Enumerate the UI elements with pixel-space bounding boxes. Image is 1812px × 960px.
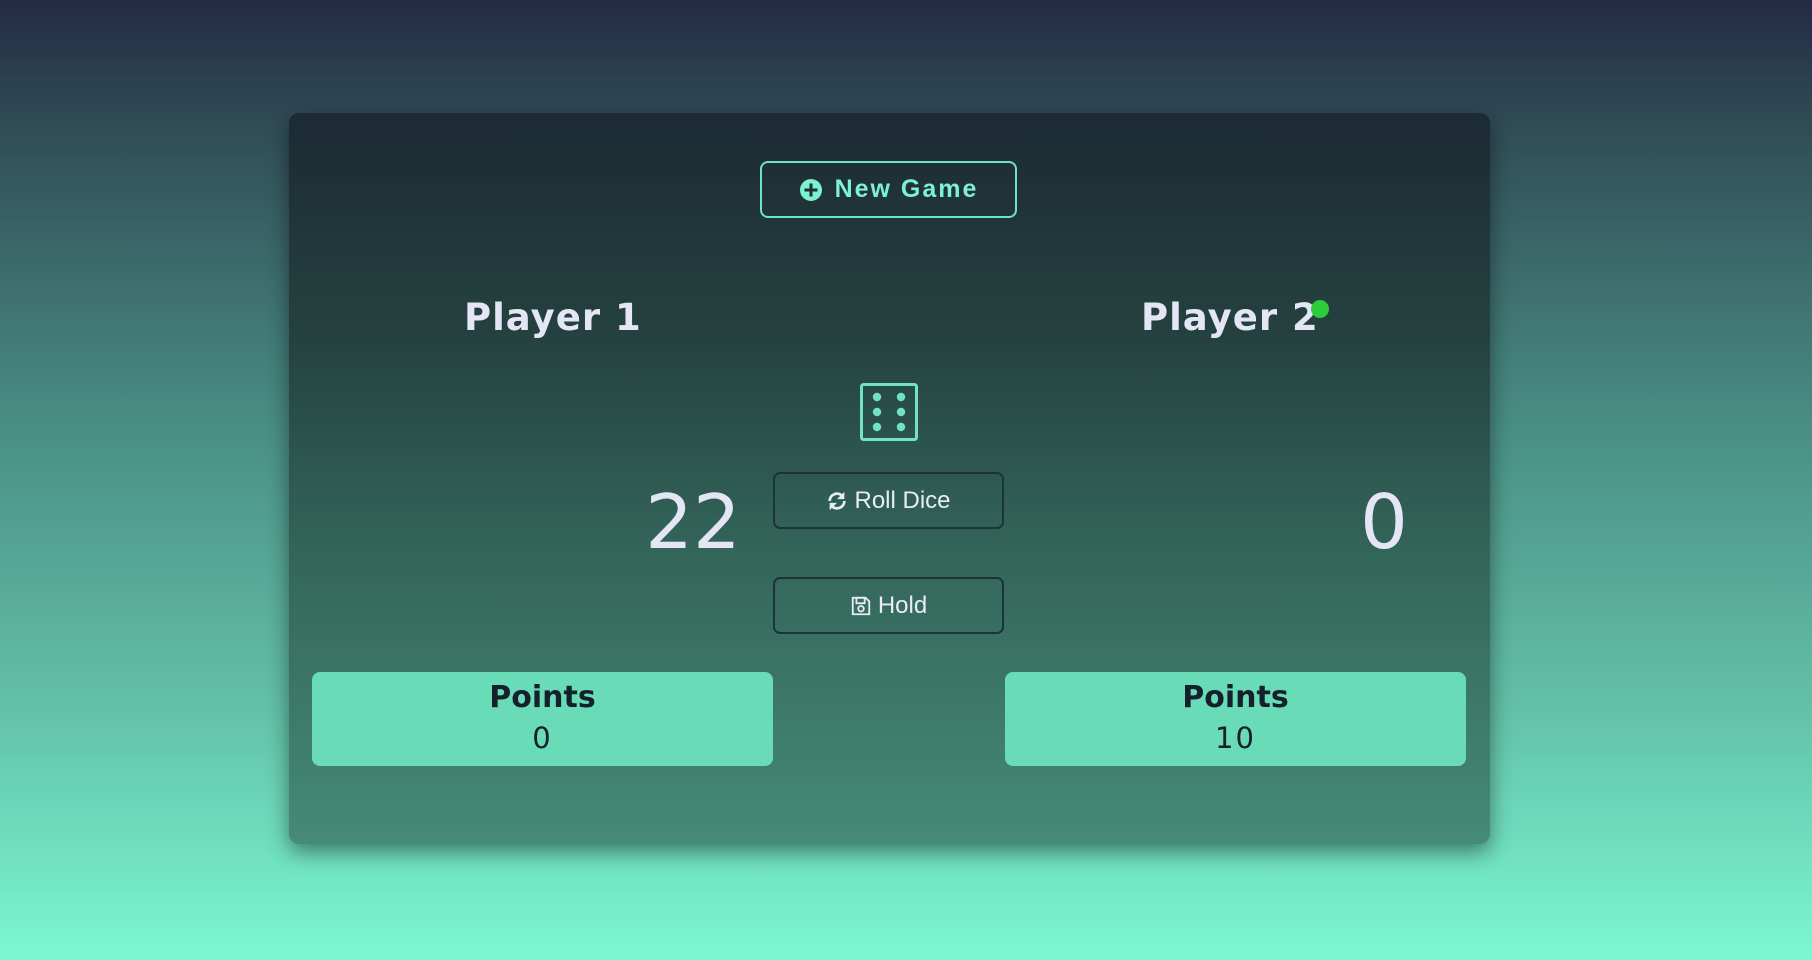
player-2-points-value: 10 [1215,721,1256,755]
hold-button[interactable]: Hold [773,577,1004,634]
player-2-score: 0 [1360,478,1408,566]
game-board: New Game Player 1 Player 2 22 0 Roll Dic… [289,113,1490,844]
player-1-name: Player 1 [464,296,642,339]
refresh-icon [828,491,847,510]
roll-dice-label: Roll Dice [854,486,951,514]
player-2-points-panel: Points 10 [1005,672,1466,766]
player-2-name: Player 2 [1141,296,1319,339]
dice-six-icon [860,383,918,441]
new-game-button[interactable]: New Game [760,161,1017,218]
save-icon [851,596,870,615]
player-1-points-value: 0 [532,721,553,755]
hold-label: Hold [877,591,928,619]
new-game-label: New Game [834,175,979,203]
plus-circle-icon [799,178,822,201]
player-1-points-panel: Points 0 [312,672,773,766]
player-2-points-label: Points [1182,680,1289,715]
roll-dice-button[interactable]: Roll Dice [773,472,1004,529]
active-player-indicator [1311,300,1329,318]
player-1-points-label: Points [489,680,596,715]
